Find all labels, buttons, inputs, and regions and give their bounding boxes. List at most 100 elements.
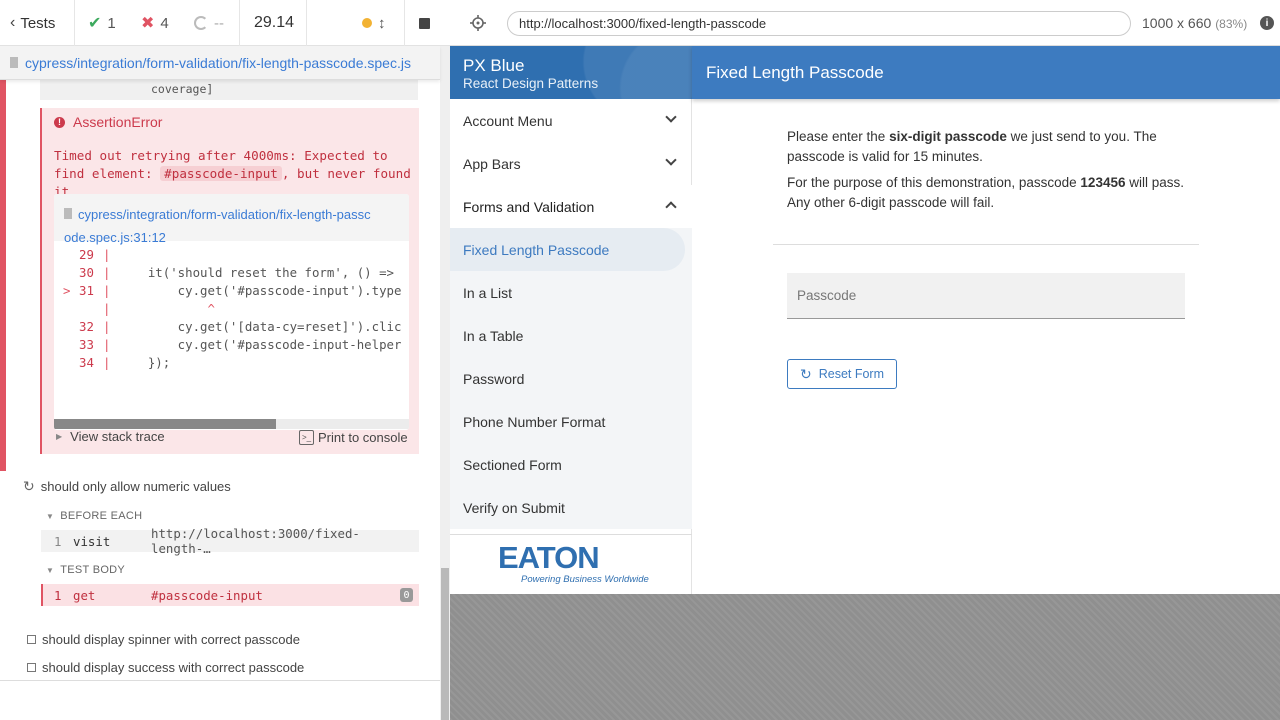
hook-label: TEST BODY	[60, 564, 126, 576]
code-snippet-tail: coverage]	[40, 80, 418, 100]
nav-item-password[interactable]: Password	[450, 357, 692, 400]
pending-circle-icon	[194, 16, 208, 30]
duration: 29.14	[254, 0, 294, 46]
nav-label: In a Table	[463, 327, 524, 344]
code-line: 33 | cy.get('#passcode-input-helper	[79, 337, 402, 352]
selector-playground-icon[interactable]	[469, 14, 487, 32]
test-title: should only allow numeric values	[40, 479, 231, 494]
code-line: 32 | cy.get('[data-cy=reset]').clic	[79, 319, 402, 334]
code-line-highlight: >31 | cy.get('#passcode-input').type	[63, 283, 402, 298]
cross-icon: ✖	[141, 15, 155, 32]
test-spinner[interactable]: should display spinner with correct pass…	[27, 632, 300, 647]
view-stack-trace-toggle[interactable]: ▶ View stack trace	[56, 429, 165, 444]
nav-label: Account Menu	[463, 112, 553, 129]
nav-item-fixed-length-passcode[interactable]: Fixed Length Passcode	[450, 228, 692, 271]
nav-item-phone-number-format[interactable]: Phone Number Format	[450, 400, 692, 443]
nav-item-app-bars[interactable]: App Bars	[450, 142, 692, 185]
reporter-scrollbar-thumb[interactable]	[441, 568, 449, 720]
pending-stat[interactable]: --	[194, 0, 224, 46]
element-count-badge: 0	[400, 588, 413, 602]
hook-test-body[interactable]: ▼ TEST BODY	[46, 564, 125, 576]
reporter-header: ‹ Tests ✔ 1 ✖ 4 -- 29.14 ↕	[0, 0, 450, 46]
error-message-code: #passcode-input	[160, 166, 282, 181]
code-lines: 29 | 30 | it('should reset the form', () =…	[54, 246, 409, 372]
command-row-get[interactable]: 1 get #passcode-input 0	[41, 584, 419, 606]
command-arg: http://localhost:3000/fixed-length-…	[151, 526, 360, 556]
info-icon[interactable]: i	[1260, 16, 1274, 30]
duration-value: 29.14	[254, 14, 295, 31]
reset-form-label: Reset Form	[818, 367, 885, 381]
app-bar: Fixed Length Passcode	[692, 46, 1280, 99]
nav-item-in-a-table[interactable]: In a Table	[450, 314, 692, 357]
nav-label: App Bars	[463, 155, 521, 172]
nav-item-sectioned-form[interactable]: Sectioned Form	[450, 443, 692, 486]
spec-path: cypress/integration/form-validation/fix-…	[25, 54, 411, 71]
intro-paragraph-2: For the purpose of this demonstration, p…	[787, 175, 1184, 210]
stop-icon	[419, 17, 430, 29]
failed-test-stripe	[0, 80, 6, 471]
command-arg: #passcode-input	[151, 587, 263, 603]
spec-path-bar[interactable]: cypress/integration/form-validation/fix-…	[0, 46, 440, 80]
content-divider	[773, 244, 1199, 245]
passed-count: 1	[107, 14, 116, 32]
print-to-console-button[interactable]: >_ Print to console	[299, 430, 408, 445]
pending-checkbox-icon	[27, 663, 36, 672]
pending-checkbox-icon	[27, 635, 36, 644]
status-dot-icon	[362, 18, 372, 28]
drawer-footer: EATON Powering Business Worldwide	[450, 534, 692, 594]
nav-drawer: PX Blue React Design Patterns Account Me…	[450, 46, 692, 594]
url-bar[interactable]: http://localhost:3000/fixed-length-passc…	[507, 11, 1131, 36]
drawer-subtitle: React Design Patterns	[463, 76, 599, 91]
command-index: 1	[54, 587, 62, 603]
code-scrollbar-thumb[interactable]	[54, 419, 276, 429]
code-frame-file-link[interactable]: cypress/integration/form-validation/fix-…	[54, 194, 409, 245]
nav-item-account-menu[interactable]: Account Menu	[450, 99, 692, 142]
logo-wordmark: EATON	[498, 540, 600, 575]
file-icon	[10, 57, 18, 68]
nav-label: Sectioned Form	[463, 456, 562, 473]
page-content: Please enter the six-digit passcode we j…	[692, 99, 1280, 594]
error-title-text: AssertionError	[73, 114, 163, 130]
code-file-line2: ode.spec.js:31:12	[64, 230, 166, 245]
chevron-down-icon	[665, 154, 677, 166]
passcode-input[interactable]: Passcode	[787, 273, 1185, 319]
nav-label: Phone Number Format	[463, 413, 606, 430]
eaton-logo: EATON Powering Business Worldwide	[498, 540, 649, 585]
nav-label: In a List	[463, 284, 513, 301]
nav-item-verify-on-submit[interactable]: Verify on Submit	[450, 486, 692, 529]
viewport-info[interactable]: 1000 x 660 (83%)	[1142, 15, 1247, 31]
code-line: 29 |	[79, 247, 111, 262]
file-icon	[64, 208, 72, 219]
terminal-icon: >_	[299, 430, 314, 445]
nav-item-forms-and-validation[interactable]: Forms and Validation	[450, 185, 692, 228]
url-text: http://localhost:3000/fixed-length-passc…	[519, 16, 767, 31]
drawer-title: PX Blue	[463, 56, 525, 75]
reset-form-button[interactable]: ↻ Reset Form	[787, 359, 897, 389]
caret-down-icon: ▼	[46, 565, 55, 575]
view-stack-trace-label: View stack trace	[70, 429, 165, 444]
test-title: should display success with correct pass…	[42, 660, 305, 675]
command-index: 1	[54, 533, 62, 549]
caret-right-icon: ▶	[56, 432, 63, 441]
coverage-text: coverage]	[151, 82, 214, 96]
hook-before-each[interactable]: ▼ BEFORE EACH	[46, 510, 142, 522]
check-icon: ✔	[88, 15, 102, 32]
refresh-icon: ↻	[23, 478, 35, 494]
command-name: get	[73, 587, 96, 603]
failed-stat[interactable]: ✖ 4	[141, 0, 169, 46]
nav-list: Account Menu App Bars Forms and Validati…	[450, 99, 692, 529]
aut-background	[450, 594, 1280, 720]
tests-back-button[interactable]: ‹ Tests	[10, 0, 55, 46]
test-success[interactable]: should display success with correct pass…	[27, 660, 304, 675]
intro-paragraph-1: Please enter the six-digit passcode we j…	[787, 129, 1157, 164]
test-numeric-values[interactable]: ↻ should only allow numeric values	[23, 478, 231, 495]
refresh-icon: ↻	[799, 365, 812, 382]
running-indicator[interactable]: ↕	[362, 0, 386, 46]
command-row-visit[interactable]: 1 visit http://localhost:3000/fixed-leng…	[41, 526, 419, 556]
command-name: visit	[73, 533, 111, 549]
page-title: Fixed Length Passcode	[706, 63, 884, 82]
nav-item-in-a-list[interactable]: In a List	[450, 271, 692, 314]
stop-button[interactable]	[419, 0, 430, 46]
tests-label: Tests	[20, 14, 56, 32]
passed-stat[interactable]: ✔ 1	[88, 0, 116, 46]
